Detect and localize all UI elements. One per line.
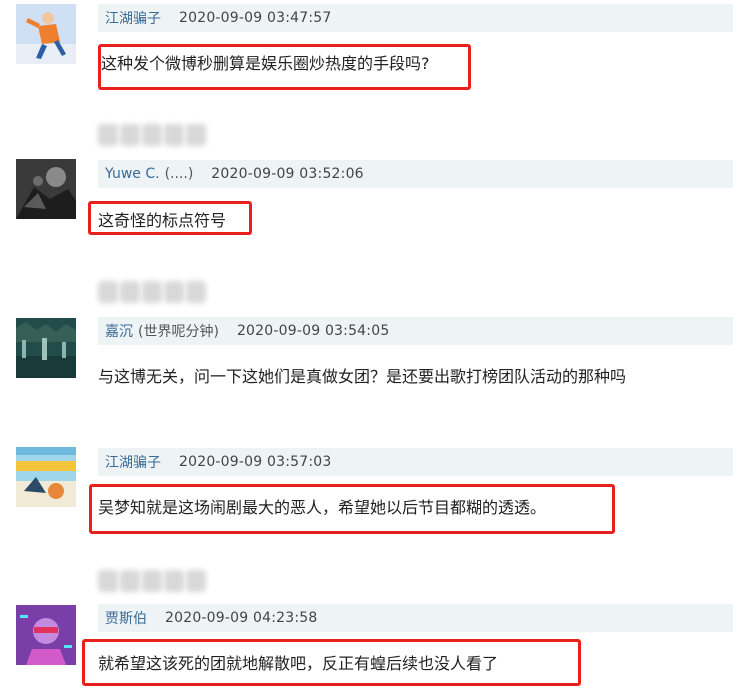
timestamp: 2020-09-09 04:23:58: [165, 610, 318, 626]
highlight-box: [88, 201, 252, 235]
highlight-box: [82, 639, 581, 686]
avatar[interactable]: [16, 159, 76, 219]
timestamp: 2020-09-09 03:57:03: [179, 454, 332, 470]
username-link[interactable]: 嘉沉: [105, 321, 133, 341]
comment-meta: 贾斯伯 2020-09-09 04:23:58: [98, 604, 733, 632]
redacted-text: [98, 570, 206, 592]
avatar[interactable]: [16, 318, 76, 378]
avatar-image: [16, 447, 76, 507]
timestamp: 2020-09-09 03:52:06: [211, 166, 364, 182]
timestamp: 2020-09-09 03:54:05: [236, 323, 390, 339]
avatar-image: [16, 4, 76, 64]
avatar-image: [16, 159, 76, 219]
avatar[interactable]: [16, 605, 76, 665]
highlight-box: [89, 484, 615, 534]
avatar[interactable]: [16, 4, 76, 64]
username-note: (世界呢分钟): [138, 324, 219, 340]
comment-text: 与这博无关，问一下这她们是真做女团？是还要出歌打榜团队活动的那种吗: [98, 367, 627, 386]
comment-meta: 江湖骗子 2020-09-09 03:57:03: [98, 448, 733, 476]
redacted-text: [98, 124, 206, 146]
timestamp: 2020-09-09 03:47:57: [179, 10, 332, 26]
username-link[interactable]: 江湖骗子: [105, 452, 161, 472]
username-link[interactable]: Yuwe C.: [105, 166, 160, 182]
username-note: (....): [164, 166, 194, 182]
comment-meta: 江湖骗子 2020-09-09 03:47:57: [98, 4, 733, 32]
highlight-box: [98, 44, 471, 90]
comment-meta: Yuwe C. (....) 2020-09-09 03:52:06: [98, 160, 733, 188]
avatar-image: [16, 605, 76, 665]
username-link[interactable]: 贾斯伯: [105, 608, 147, 628]
username-link[interactable]: 江湖骗子: [105, 8, 161, 28]
redacted-text: [98, 281, 206, 303]
avatar-image: [16, 318, 76, 378]
avatar[interactable]: [16, 447, 76, 507]
comment-meta: 嘉沉 (世界呢分钟) 2020-09-09 03:54:05: [98, 317, 733, 345]
